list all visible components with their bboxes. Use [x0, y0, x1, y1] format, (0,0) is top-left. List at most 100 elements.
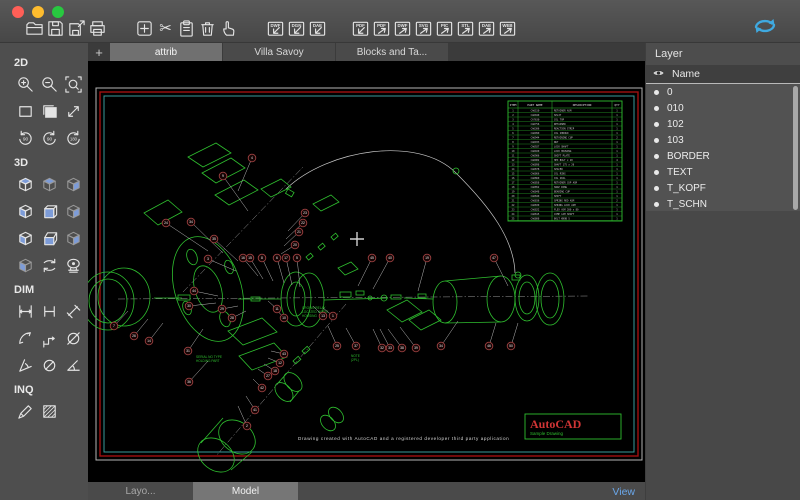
- layer-row-border[interactable]: BORDER: [646, 148, 800, 164]
- delete-button[interactable]: [197, 17, 218, 39]
- dim-linear-icon: [18, 304, 32, 318]
- orbit-tool[interactable]: [38, 254, 60, 276]
- tab-blocks-and-ta-[interactable]: Blocks and Ta...: [336, 43, 448, 61]
- layer-visible-icon[interactable]: [654, 105, 659, 111]
- export-svg-button[interactable]: SVG: [413, 17, 434, 39]
- svg-text:PART NAME: PART NAME: [527, 103, 542, 107]
- svg-text:BEARING CUP: BEARING CUP: [554, 190, 570, 193]
- view-nw-iso-tool[interactable]: [14, 254, 36, 276]
- measure-icon: [17, 404, 32, 419]
- view-bottom-tool[interactable]: [38, 173, 60, 195]
- area-tool[interactable]: [38, 400, 60, 422]
- dim-arc-tool[interactable]: [14, 327, 36, 349]
- layer-visible-icon[interactable]: [654, 137, 659, 143]
- dim-ordinate-tool[interactable]: [38, 327, 60, 349]
- svg-text:7: 7: [113, 324, 115, 328]
- layer-visible-icon[interactable]: [654, 185, 659, 191]
- rotate-180-tool[interactable]: 180: [62, 127, 84, 149]
- view-sw-iso-tool[interactable]: [14, 227, 36, 249]
- zoom-in-tool[interactable]: [14, 73, 36, 95]
- view-se-iso-tool[interactable]: [38, 227, 60, 249]
- export-stl-button[interactable]: STL: [455, 17, 476, 39]
- layer-row-t_schn[interactable]: T_SCHN: [646, 196, 800, 212]
- layer-visible-icon[interactable]: [654, 121, 659, 127]
- layer-column-header[interactable]: Name: [646, 65, 800, 84]
- layer-name-label: T_KOPF: [667, 182, 706, 194]
- svg-text:42: 42: [260, 386, 264, 390]
- camera-view-tool[interactable]: [62, 254, 84, 276]
- export-web-button[interactable]: WEB: [497, 17, 518, 39]
- layer-visible-icon[interactable]: [654, 153, 659, 159]
- view-link[interactable]: View: [612, 482, 635, 500]
- export-dae-button[interactable]: DAE: [476, 17, 497, 39]
- view-top-tool[interactable]: [14, 173, 36, 195]
- import-dwf-button[interactable]: DWF: [265, 17, 286, 39]
- layer-row-t_kopf[interactable]: T_KOPF: [646, 180, 800, 196]
- layer-row-103[interactable]: 103: [646, 132, 800, 148]
- svg-text:COL TOP: COL TOP: [554, 118, 565, 121]
- view-right-tool[interactable]: [62, 200, 84, 222]
- dim-diameter-tool[interactable]: [62, 327, 84, 349]
- web-out-icon: WEB: [499, 21, 516, 36]
- cut-button[interactable]: ✂: [155, 17, 176, 39]
- view-left-tool[interactable]: [14, 200, 36, 222]
- dim-aligned-tool[interactable]: [62, 300, 84, 322]
- clipboard-icon: [180, 19, 193, 37]
- svg-text:RETAINING CUP: RETAINING CUP: [554, 136, 573, 139]
- layer-row-0[interactable]: 0: [646, 84, 800, 100]
- layout-tab-model[interactable]: Model: [193, 482, 298, 500]
- import-dae-button[interactable]: DAE: [307, 17, 328, 39]
- rect-filled-tool[interactable]: [38, 100, 60, 122]
- resize-tool[interactable]: [62, 100, 84, 122]
- area-hatch-icon: [42, 404, 56, 418]
- export-dwf-button[interactable]: DWF: [392, 17, 413, 39]
- layer-row-102[interactable]: 102: [646, 116, 800, 132]
- export-pdf-button[interactable]: PDF: [371, 17, 392, 39]
- tool-grid-dim: [14, 300, 88, 376]
- svg-text:SNAP RING: SNAP RING: [554, 186, 568, 189]
- svg-text:QTY: QTY: [614, 103, 619, 107]
- save-as-button[interactable]: [66, 17, 87, 39]
- dim-horizontal-tool[interactable]: [38, 300, 60, 322]
- drawing-canvas[interactable]: SERIAL NO TYPE HOLDING PART CROWN RELAY LOC…: [81, 61, 645, 482]
- layer-row-text[interactable]: TEXT: [646, 164, 800, 180]
- dim-angular-tool[interactable]: [14, 354, 36, 376]
- layer-visible-icon[interactable]: [654, 169, 659, 175]
- svg-text:RETAINER ASM: RETAINER ASM: [554, 109, 572, 112]
- import-pdf-button[interactable]: PDF: [350, 17, 371, 39]
- export-pic-button[interactable]: PIC: [434, 17, 455, 39]
- svg-text:17: 17: [284, 256, 288, 260]
- print-button[interactable]: [87, 17, 108, 39]
- layout-tab-layo[interactable]: Layo...: [88, 482, 193, 500]
- rotate-cw-90-tool[interactable]: 90: [14, 127, 36, 149]
- layer-row-010[interactable]: 010: [646, 100, 800, 116]
- layer-scrollbar[interactable]: [793, 86, 798, 210]
- measure-tool[interactable]: [14, 400, 36, 422]
- open-file-button[interactable]: [24, 17, 45, 39]
- save-button[interactable]: [45, 17, 66, 39]
- zoom-out-tool[interactable]: [38, 73, 60, 95]
- rect-outline-tool[interactable]: [14, 100, 36, 122]
- add-tab-button[interactable]: +: [88, 43, 110, 61]
- view-front-tool[interactable]: [38, 200, 60, 222]
- add-button[interactable]: [134, 17, 155, 39]
- svg-text:37: 37: [354, 344, 358, 348]
- rect-outline-icon: [18, 105, 32, 117]
- touch-select-button[interactable]: [218, 17, 239, 39]
- paste-button[interactable]: [176, 17, 197, 39]
- tab-villa-savoy[interactable]: Villa Savoy: [223, 43, 335, 61]
- rotate-ccw-90-tool[interactable]: 90: [38, 127, 60, 149]
- layer-visible-icon[interactable]: [654, 201, 659, 207]
- layer-visible-icon[interactable]: [654, 89, 659, 95]
- tab-attrib[interactable]: attrib: [110, 43, 222, 61]
- dim-angle-tool[interactable]: [62, 354, 84, 376]
- zoom-extents-tool[interactable]: [62, 73, 84, 95]
- svg-text:SVG: SVG: [419, 23, 429, 28]
- svg-text:32: 32: [380, 346, 384, 350]
- view-ne-iso-tool[interactable]: [62, 227, 84, 249]
- dim-radius-tool[interactable]: [38, 354, 60, 376]
- view-back-tool[interactable]: [62, 173, 84, 195]
- dim-linear-tool[interactable]: [14, 300, 36, 322]
- import-dgn-button[interactable]: DGN: [286, 17, 307, 39]
- sync-button[interactable]: [752, 16, 778, 41]
